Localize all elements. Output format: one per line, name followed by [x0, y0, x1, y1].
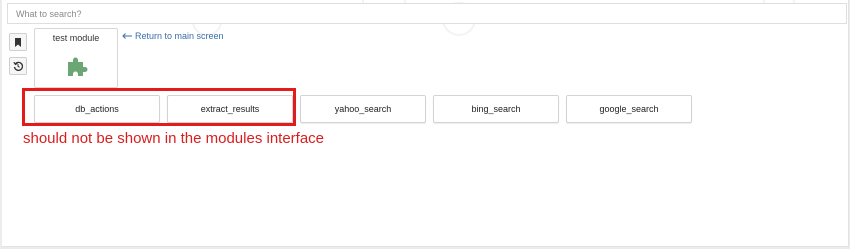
submodule-button-bing-search[interactable]: bing_search	[433, 95, 559, 123]
submodule-label: bing_search	[471, 104, 521, 114]
bookmark-button[interactable]	[9, 33, 27, 51]
module-card[interactable]: test module	[34, 28, 118, 88]
arrow-left-icon	[122, 33, 132, 39]
history-icon	[13, 61, 23, 71]
module-title: test module	[52, 33, 100, 43]
annotation-highlight-box	[22, 88, 296, 126]
submodule-button-google-search[interactable]: google_search	[566, 95, 692, 123]
submodule-label: yahoo_search	[334, 104, 392, 114]
search-input[interactable]	[8, 4, 846, 24]
submodule-button-yahoo-search[interactable]: yahoo_search	[300, 95, 426, 123]
return-link-label: Return to main screen	[135, 31, 224, 41]
app-frame: test module Return to main screen db_act…	[2, 0, 849, 247]
submodule-label: google_search	[599, 104, 659, 114]
return-to-main-link[interactable]: Return to main screen	[122, 31, 224, 41]
search-bar	[7, 3, 847, 24]
annotation-note: should not be shown in the modules inter…	[23, 130, 325, 147]
bookmark-icon	[15, 37, 21, 47]
puzzle-icon	[68, 57, 88, 76]
history-button[interactable]	[9, 57, 27, 75]
